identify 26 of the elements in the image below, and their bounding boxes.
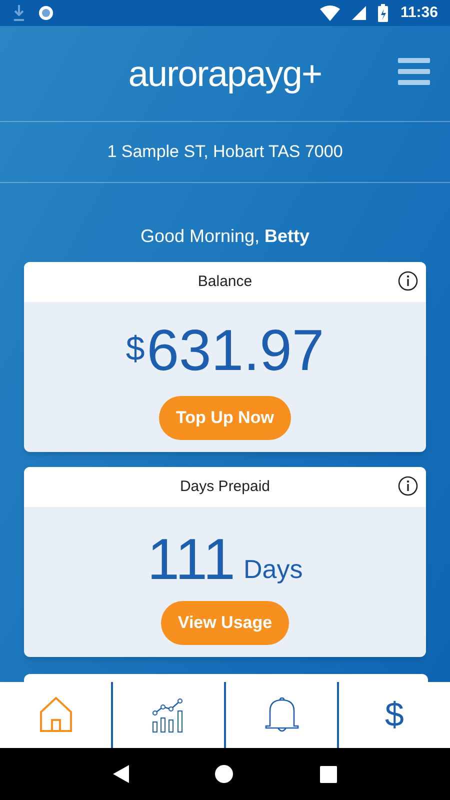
- address-text: 1 Sample ST, Hobart TAS 7000: [107, 141, 343, 164]
- action-button[interactable]: View Usage: [160, 601, 290, 645]
- circle-icon: [38, 5, 54, 21]
- back-icon[interactable]: [113, 765, 130, 783]
- wifi-icon: [320, 5, 340, 21]
- signal-icon: [352, 6, 366, 20]
- card-title: Balance: [198, 272, 252, 292]
- dollar-glyph[interactable]: $: [385, 690, 404, 740]
- chart-icon[interactable]: [152, 697, 186, 733]
- app-logo: aurorapayg+: [128, 52, 322, 96]
- balance-amount: 631.97: [146, 318, 324, 384]
- info-icon[interactable]: [398, 476, 418, 496]
- home-button-icon[interactable]: [215, 765, 234, 783]
- card-title: Days Prepaid: [180, 476, 270, 497]
- bell-icon[interactable]: [264, 697, 298, 733]
- currency-symbol: $: [126, 329, 145, 370]
- days-unit: Days: [243, 553, 303, 586]
- greeting-text: Good Morning, Betty: [140, 225, 310, 248]
- days-amount: 111: [147, 527, 236, 593]
- status-time: 11:36: [400, 2, 438, 23]
- recents-icon[interactable]: [320, 766, 337, 782]
- action-button[interactable]: Top Up Now: [159, 396, 291, 440]
- battery-icon: [378, 4, 388, 22]
- menu-icon[interactable]: [398, 58, 430, 86]
- info-icon[interactable]: [398, 271, 418, 291]
- download-icon: [12, 4, 26, 22]
